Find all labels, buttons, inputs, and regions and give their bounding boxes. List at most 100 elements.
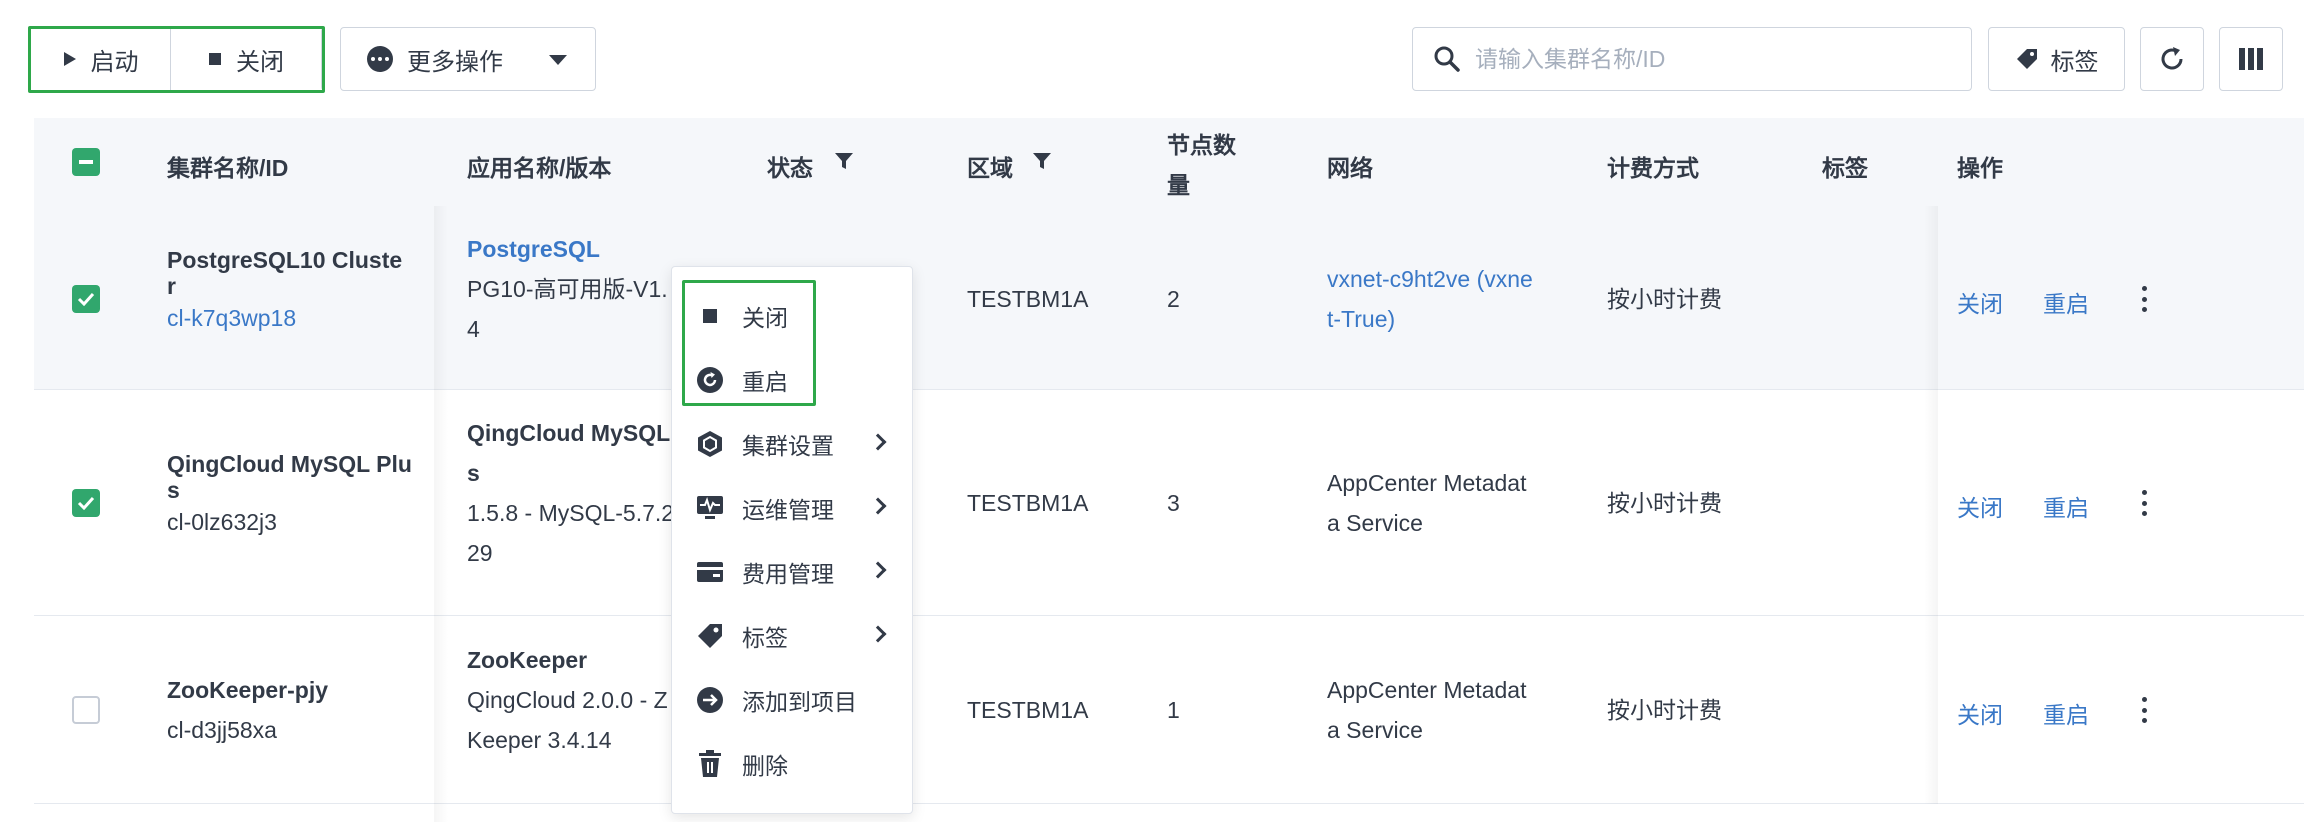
restart-action-link[interactable]: 重启 [2043,696,2089,730]
menu-item-label: 添加到项目 [742,689,857,715]
sticky-col-shadow [1924,390,1938,616]
stop-action-link[interactable]: 关闭 [1957,696,2003,730]
app-version-wrap: 29 [467,540,493,566]
zone: TESTBM1A [967,697,1089,723]
start-button-label: 启动 [90,48,139,76]
restart-action-link[interactable]: 重启 [2043,285,2089,319]
header-actions: 操作 [1957,155,2003,181]
network-wrap: a Service [1327,510,1423,536]
app-version: 1.5.8 - MySQL-5.7.2 [467,500,675,526]
billing-mode: 按小时计费 [1607,490,1722,516]
cluster-id: cl-0lz632j3 [167,509,277,535]
more-vertical-icon[interactable] [2141,286,2147,312]
more-dots-icon [367,46,393,72]
monitor-icon [696,494,724,522]
row-checkbox[interactable] [72,489,100,517]
table-row[interactable] [34,804,2304,822]
sticky-col-shadow [434,390,448,616]
header-nodes-line2: 量 [1167,172,1190,198]
checkmark-icon [77,292,95,306]
header-app: 应用名称/版本 [467,155,612,181]
menu-item-stop[interactable]: 关闭 [672,284,914,348]
tag-filter-button[interactable]: 标签 [1988,27,2125,91]
chevron-right-icon [869,561,887,579]
chevron-right-icon [869,625,887,643]
network-link-wrap[interactable]: t-True) [1327,299,1395,339]
zone: TESTBM1A [967,490,1089,516]
search-icon [1434,46,1460,72]
header-tags: 标签 [1822,155,1868,181]
sticky-col-shadow [434,616,448,804]
more-vertical-icon[interactable] [2141,697,2147,723]
column-settings-button[interactable] [2219,27,2283,91]
play-icon [63,52,76,66]
network-link[interactable]: vxnet-c9ht2ve (vxne [1327,259,1533,299]
app-version-wrap: Keeper 3.4.14 [467,727,612,753]
menu-item-label: 集群设置 [742,433,834,459]
app-version: PG10-高可用版-V1. [467,276,668,302]
node-count: 1 [1167,697,1180,723]
node-count: 3 [1167,490,1180,516]
menu-item-label: 删除 [742,753,788,779]
menu-item-label: 费用管理 [742,561,834,587]
table-row[interactable]: QingCloud MySQL Plu s cl-0lz632j3 QingCl… [34,390,2304,616]
app-version: QingCloud 2.0.0 - Z [467,687,668,713]
billing-mode: 按小时计费 [1607,697,1722,723]
app-name: QingCloud MySQL I [467,420,683,446]
network-wrap: a Service [1327,717,1423,743]
app-name-wrap: s [467,460,480,486]
stop-button[interactable]: 关闭 [171,28,321,90]
select-all-checkbox[interactable] [72,148,100,176]
toolbar-left: 启动 关闭 [30,27,322,91]
tag-icon [2016,49,2037,69]
context-menu: 关闭 重启 集群设置 运维管理 费用管理 标签 添加到项目 删除 [671,266,913,814]
menu-item-cluster-settings[interactable]: 集群设置 [672,412,914,476]
menu-item-billing[interactable]: 费用管理 [672,540,914,604]
more-actions-button[interactable]: 更多操作 [340,27,596,91]
stop-action-link[interactable]: 关闭 [1957,285,2003,319]
start-button[interactable]: 启动 [31,28,171,90]
app-name: ZooKeeper [467,647,588,673]
row-checkbox[interactable] [72,285,100,313]
header-name: 集群名称/ID [167,155,289,181]
menu-item-restart[interactable]: 重启 [672,348,914,412]
chevron-right-icon [869,497,887,515]
cube-icon [696,430,724,458]
menu-item-tags[interactable]: 标签 [672,604,914,668]
table-header: 集群名称/ID 应用名称/版本 状态 区域 节点数 量 网络 计费方式 标签 操… [34,118,2304,206]
refresh-button[interactable] [2140,27,2204,91]
app-name-link[interactable]: PostgreSQL [467,229,600,269]
table-row[interactable]: PostgreSQL10 Cluste r cl-k7q3wp18 Postgr… [34,206,2304,390]
zone-filter-icon[interactable] [1032,151,1052,171]
search-box [1412,27,1972,91]
cluster-name: PostgreSQL10 Cluste [167,247,403,273]
chevron-right-icon [869,433,887,451]
network: AppCenter Metadat [1327,677,1527,703]
more-actions-label: 更多操作 [407,48,503,76]
cluster-id-link[interactable]: cl-k7q3wp18 [167,298,296,338]
tag-icon [696,622,724,650]
search-input[interactable] [1475,45,1955,73]
caret-down-icon [549,55,567,65]
columns-icon [2239,48,2263,70]
sticky-col-shadow [434,206,448,390]
sticky-col-shadow [434,804,448,822]
menu-item-label: 标签 [742,625,788,651]
refresh-icon [2161,47,2183,70]
cluster-name: ZooKeeper-pjy [167,677,329,703]
menu-item-ops[interactable]: 运维管理 [672,476,914,540]
menu-item-add-to-project[interactable]: 添加到项目 [672,668,914,732]
row-checkbox[interactable] [72,696,100,724]
menu-item-delete[interactable]: 删除 [672,732,914,796]
zone: TESTBM1A [967,286,1089,312]
node-count: 2 [1167,286,1180,312]
status-filter-icon[interactable] [834,151,854,171]
stop-action-link[interactable]: 关闭 [1957,489,2003,523]
header-billing: 计费方式 [1607,155,1699,181]
more-vertical-icon[interactable] [2141,490,2147,516]
menu-item-label: 关闭 [742,305,788,331]
billing-mode: 按小时计费 [1607,286,1722,312]
restart-action-link[interactable]: 重启 [2043,489,2089,523]
stop-icon [696,302,724,330]
table-row[interactable]: ZooKeeper-pjy cl-d3jj58xa ZooKeeper Qing… [34,616,2304,804]
